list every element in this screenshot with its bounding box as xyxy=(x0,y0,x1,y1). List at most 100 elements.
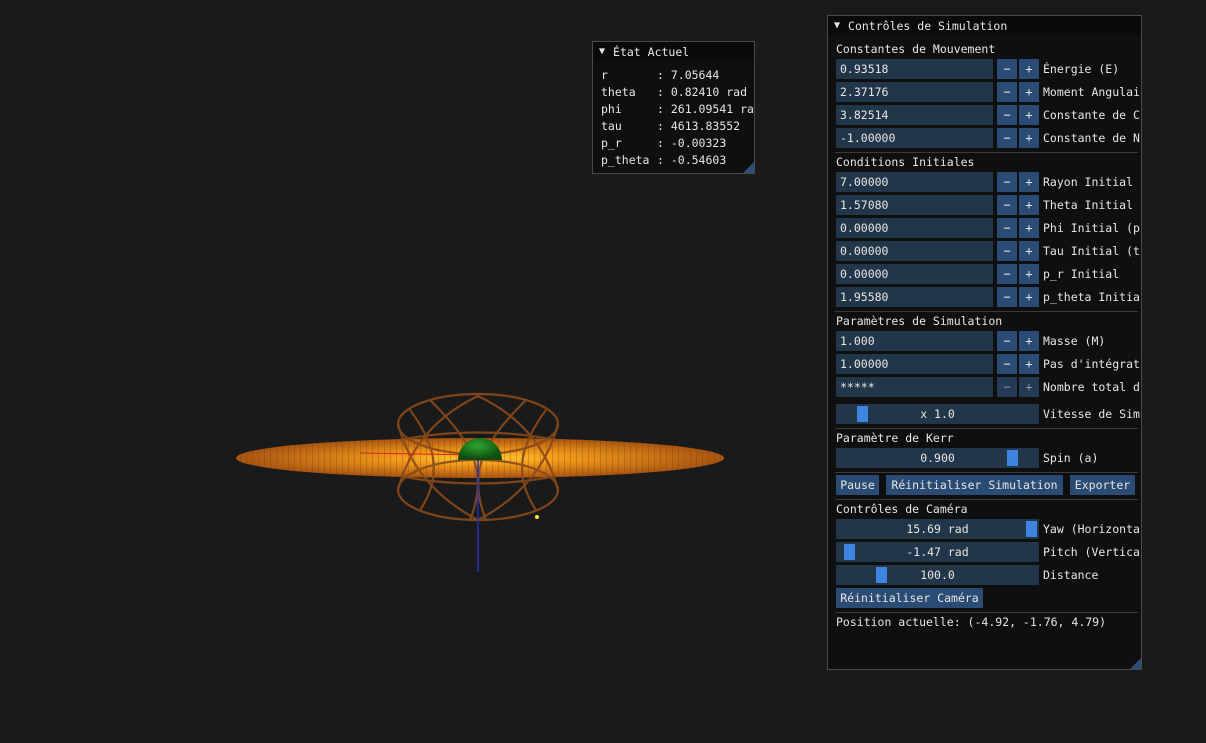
state-value: 0.82410 rad xyxy=(670,85,748,99)
slider-knob[interactable] xyxy=(856,406,868,422)
initial-tau-input[interactable]: 0.00000 xyxy=(836,241,993,261)
carter-constant-increment-button[interactable]: + xyxy=(1019,105,1039,125)
normalization-constant-label: Constante de N xyxy=(1043,131,1140,145)
yaw-slider[interactable]: 15.69 rad xyxy=(836,519,1039,539)
energy-decrement-button[interactable]: − xyxy=(997,59,1017,79)
slider-knob[interactable] xyxy=(843,544,855,560)
state-row-tau: tau: 4613.83552 xyxy=(601,119,741,133)
angular-momentum-increment-button[interactable]: + xyxy=(1019,82,1039,102)
reset-camera-button[interactable]: Réinitialiser Caméra xyxy=(836,588,983,608)
initial-phi-label: Phi Initial (p xyxy=(1043,221,1140,235)
section-title-camera: Contrôles de Caméra xyxy=(836,502,968,516)
initial-radius-label: Rayon Initial xyxy=(1043,175,1134,189)
angular-momentum-input[interactable]: 2.37176 xyxy=(836,82,993,102)
mass-decrement-button[interactable]: − xyxy=(997,331,1017,351)
state-value: 261.09541 ra xyxy=(670,102,754,116)
yaw-value: 15.69 rad xyxy=(906,522,969,536)
total-steps-input[interactable]: ***** xyxy=(836,377,993,397)
slider-knob[interactable] xyxy=(875,567,887,583)
initial-theta-label: Theta Initial xyxy=(1043,198,1134,212)
export-button[interactable]: Exporter xyxy=(1070,475,1135,495)
state-key: p_theta xyxy=(601,153,650,167)
separator xyxy=(835,472,1138,473)
carter-constant-input[interactable]: 3.82514 xyxy=(836,105,993,125)
initial-theta-decrement-button[interactable]: − xyxy=(997,195,1017,215)
separator xyxy=(835,152,1138,153)
slider-knob[interactable] xyxy=(1026,521,1037,537)
angular-momentum-label: Moment Angulai xyxy=(1043,85,1140,99)
initial-phi-input[interactable]: 0.00000 xyxy=(836,218,993,238)
initial-p-r-decrement-button[interactable]: − xyxy=(997,264,1017,284)
particle-marker xyxy=(535,515,539,519)
carter-constant-label: Constante de C xyxy=(1043,108,1140,122)
collapse-icon[interactable]: ▼ xyxy=(834,20,840,31)
integration-step-input[interactable]: 1.00000 xyxy=(836,354,993,374)
initial-theta-input[interactable]: 1.57080 xyxy=(836,195,993,215)
initial-tau-increment-button[interactable]: + xyxy=(1019,241,1039,261)
initial-theta-increment-button[interactable]: + xyxy=(1019,195,1039,215)
speed-slider[interactable]: x 1.0 xyxy=(836,404,1039,424)
section-title-motion: Constantes de Mouvement xyxy=(836,42,996,56)
separator xyxy=(835,499,1138,500)
total-steps-increment-button[interactable]: + xyxy=(1019,377,1039,397)
pitch-slider[interactable]: -1.47 rad xyxy=(836,542,1039,562)
initial-radius-decrement-button[interactable]: − xyxy=(997,172,1017,192)
state-row-r: r: 7.05644 xyxy=(601,68,720,82)
speed-label: Vitesse de Sim xyxy=(1043,407,1140,421)
camera-position-text: Position actuelle: (-4.92, -1.76, 4.79) xyxy=(836,615,1107,629)
energy-increment-button[interactable]: + xyxy=(1019,59,1039,79)
initial-p-r-increment-button[interactable]: + xyxy=(1019,264,1039,284)
initial-p-theta-input[interactable]: 1.95580 xyxy=(836,287,993,307)
controls-window-titlebar[interactable]: ▼ Contrôles de Simulation xyxy=(828,16,1141,35)
state-key: p_r xyxy=(601,136,622,150)
pitch-value: -1.47 rad xyxy=(906,545,969,559)
normalization-constant-input[interactable]: -1.00000 xyxy=(836,128,993,148)
mass-increment-button[interactable]: + xyxy=(1019,331,1039,351)
state-key: theta xyxy=(601,85,636,99)
controls-window-title: Contrôles de Simulation xyxy=(848,18,1008,33)
normalization-constant-increment-button[interactable]: + xyxy=(1019,128,1039,148)
state-row-p-r: p_r: -0.00323 xyxy=(601,136,727,150)
integration-step-decrement-button[interactable]: − xyxy=(997,354,1017,374)
state-row-phi: phi: 261.09541 ra xyxy=(601,102,754,116)
distance-label: Distance xyxy=(1043,568,1099,582)
state-value: 7.05644 xyxy=(670,68,720,82)
total-steps-decrement-button[interactable]: − xyxy=(997,377,1017,397)
slider-knob[interactable] xyxy=(1007,450,1019,466)
initial-radius-input[interactable]: 7.00000 xyxy=(836,172,993,192)
angular-momentum-decrement-button[interactable]: − xyxy=(997,82,1017,102)
separator xyxy=(835,428,1138,429)
reset-simulation-button[interactable]: Réinitialiser Simulation xyxy=(886,475,1063,495)
section-title-initial: Conditions Initiales xyxy=(836,155,975,169)
state-row-theta: theta: 0.82410 rad xyxy=(601,85,748,99)
carter-constant-decrement-button[interactable]: − xyxy=(997,105,1017,125)
pause-button[interactable]: Pause xyxy=(836,475,879,495)
spin-slider[interactable]: 0.900 xyxy=(836,448,1039,468)
initial-radius-increment-button[interactable]: + xyxy=(1019,172,1039,192)
resize-grip[interactable] xyxy=(1130,658,1141,669)
separator xyxy=(835,311,1138,312)
state-key: phi xyxy=(601,102,622,116)
initial-tau-decrement-button[interactable]: − xyxy=(997,241,1017,261)
integration-step-increment-button[interactable]: + xyxy=(1019,354,1039,374)
separator xyxy=(835,612,1138,613)
energy-input[interactable]: 0.93518 xyxy=(836,59,993,79)
distance-slider[interactable]: 100.0 xyxy=(836,565,1039,585)
state-value: -0.00323 xyxy=(670,136,727,150)
state-window[interactable]: ▼ État Actuel r: 7.05644 theta: 0.82410 … xyxy=(592,41,755,174)
initial-p-r-input[interactable]: 0.00000 xyxy=(836,264,993,284)
collapse-icon[interactable]: ▼ xyxy=(599,46,605,57)
resize-grip[interactable] xyxy=(743,162,754,173)
mass-input[interactable]: 1.000 xyxy=(836,331,993,351)
initial-phi-increment-button[interactable]: + xyxy=(1019,218,1039,238)
energy-label: Énergie (E) xyxy=(1043,62,1120,76)
state-window-titlebar[interactable]: ▼ État Actuel xyxy=(593,42,754,61)
state-value: -0.54603 xyxy=(670,153,727,167)
controls-window[interactable]: ▼ Contrôles de Simulation Constantes de … xyxy=(827,15,1142,670)
section-title-kerr: Paramètre de Kerr xyxy=(836,431,954,445)
initial-p-theta-decrement-button[interactable]: − xyxy=(997,287,1017,307)
normalization-constant-decrement-button[interactable]: − xyxy=(997,128,1017,148)
speed-value: x 1.0 xyxy=(920,407,955,421)
initial-phi-decrement-button[interactable]: − xyxy=(997,218,1017,238)
initial-p-theta-increment-button[interactable]: + xyxy=(1019,287,1039,307)
